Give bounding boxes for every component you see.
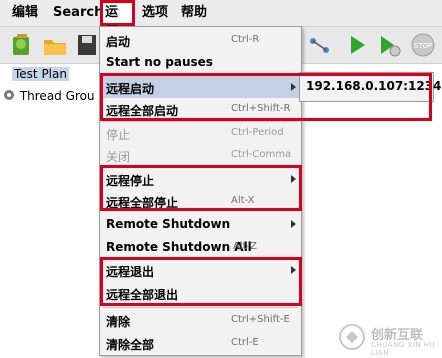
menu-item-remote-stop[interactable]: 远程停止 — [100, 168, 301, 190]
start-icon[interactable] — [343, 31, 371, 59]
menu-item-remote-start-all[interactable]: 远程全部启动 Ctrl+Shift-R — [100, 98, 301, 120]
menu-item-label: 远程全部停止 — [106, 196, 179, 210]
watermark-icon — [339, 324, 365, 350]
tree-node-test-plan[interactable]: Test Plan — [12, 67, 69, 81]
menu-bar: 编辑 Search 运行 选项 帮助 — [0, 0, 442, 40]
menu-item-shortcut: Alt-X — [231, 195, 255, 206]
menu-item-label: 清除全部 — [106, 338, 155, 352]
submenu-arrow-icon — [291, 220, 296, 228]
menu-item-shortcut: Ctrl-E — [231, 337, 259, 348]
watermark-logo: 创新互联 CHUANG XIN HU LIAN — [337, 322, 442, 357]
menu-item-label: 远程退出 — [106, 265, 155, 279]
watermark-subtext: CHUANG XIN HU LIAN — [371, 341, 436, 357]
menu-search[interactable]: Search — [53, 0, 103, 26]
menu-item-start[interactable]: 启动 Ctrl-R — [100, 29, 301, 51]
menu-help[interactable]: 帮助 — [181, 0, 207, 26]
tree-node-thread-group[interactable]: Thread Grou — [2, 88, 95, 103]
menu-item-remote-shutdown[interactable]: Remote Shutdown — [100, 213, 301, 235]
menu-item-shutdown: 关闭 Ctrl-Comma — [100, 144, 301, 166]
menu-item-label: Remote Shutdown — [106, 217, 231, 231]
menu-item-remote-stop-all[interactable]: 远程全部停止 Alt-X — [100, 190, 301, 212]
tree-node-label: Thread Grou — [19, 89, 95, 103]
remote-start-submenu: 192.168.0.107:1234 — [299, 72, 441, 102]
menu-run[interactable]: 运行 — [100, 0, 135, 40]
menu-item-remote-shutdown-all[interactable]: Remote Shutdown All Alt-Z — [100, 236, 301, 258]
menu-item-shortcut: Alt-Z — [233, 241, 257, 252]
open-folder-icon[interactable] — [41, 31, 69, 59]
menu-edit[interactable]: 编辑 — [12, 0, 38, 26]
save-icon[interactable] — [74, 31, 102, 59]
menu-item-shortcut: Ctrl+Shift-R — [231, 103, 291, 114]
menu-item-label: 远程全部退出 — [106, 288, 179, 302]
menu-item-clear-all[interactable]: 清除全部 Ctrl-E — [100, 332, 301, 354]
start-no-pauses-icon[interactable] — [375, 31, 403, 59]
menu-item-start-no-pauses[interactable]: Start no pauses — [100, 51, 301, 73]
menu-item-remote-exit-all[interactable]: 远程全部退出 — [100, 282, 301, 304]
menu-item-remote-exit[interactable]: 远程退出 — [100, 259, 301, 281]
gear-icon — [2, 88, 16, 102]
submenu-arrow-icon — [291, 175, 296, 183]
menu-item-clear[interactable]: 清除 Ctrl+Shift-E — [100, 309, 301, 331]
menu-item-shortcut: Ctrl-Comma — [231, 149, 292, 160]
menu-item-shortcut: Ctrl+Shift-E — [231, 314, 290, 325]
menu-item-label: 远程全部启动 — [106, 104, 179, 118]
menu-item-remote-start[interactable]: 远程启动 — [100, 76, 301, 98]
menu-item-label: 清除 — [106, 315, 131, 329]
stop-icon[interactable]: STOP — [409, 31, 437, 59]
menu-item-label: Start no pauses — [106, 55, 213, 69]
menu-item-label: 关闭 — [106, 150, 131, 164]
remote-host-item[interactable]: 192.168.0.107:1234 — [306, 79, 441, 93]
submenu-arrow-icon — [291, 83, 296, 91]
menu-item-stop: 停止 Ctrl-Period — [100, 122, 301, 144]
menu-item-shortcut: Ctrl-R — [231, 34, 260, 45]
menu-item-label: 启动 — [106, 35, 131, 49]
menu-item-label: 远程启动 — [106, 82, 155, 96]
menu-item-shortcut: Ctrl-Period — [231, 127, 284, 138]
menu-options[interactable]: 选项 — [142, 0, 168, 26]
run-menu: 启动 Ctrl-R Start no pauses 远程启动 远程全部启动 Ct… — [99, 26, 302, 356]
submenu-arrow-icon — [291, 266, 296, 274]
menu-item-label: 停止 — [106, 128, 131, 142]
menu-separator — [103, 74, 298, 75]
templates-icon[interactable] — [8, 31, 36, 59]
tree-node-label: Test Plan — [14, 67, 67, 81]
remote-network-icon[interactable] — [306, 31, 334, 59]
svg-text:STOP: STOP — [414, 42, 432, 50]
menu-separator — [103, 307, 298, 308]
menu-item-label: Remote Shutdown All — [106, 240, 252, 254]
menu-item-label: 远程停止 — [106, 174, 155, 188]
